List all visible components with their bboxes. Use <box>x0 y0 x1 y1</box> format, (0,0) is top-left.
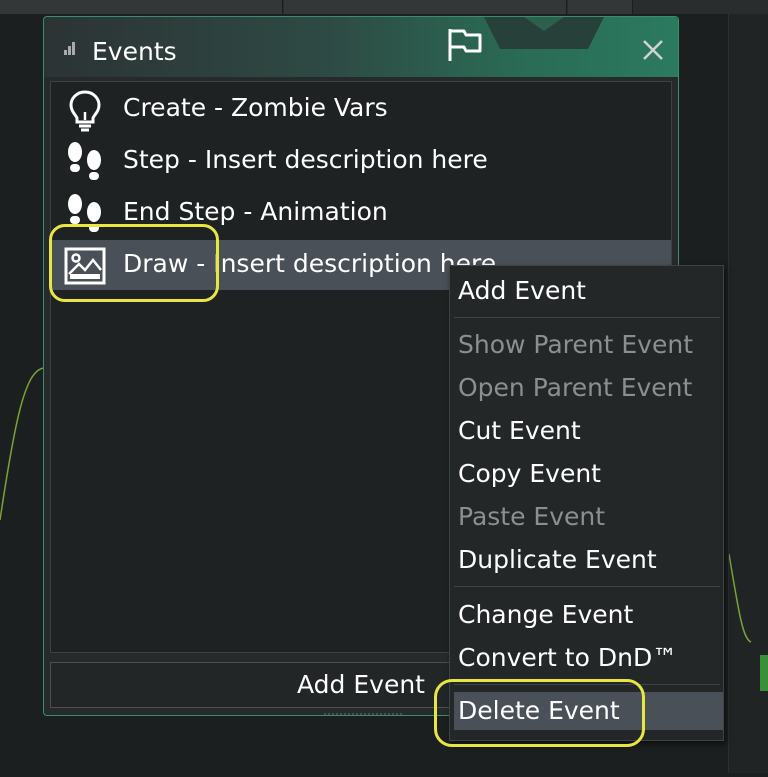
menu-item-convert-to-dnd[interactable]: Convert to DnD™ <box>458 639 717 677</box>
resize-handle[interactable] <box>324 712 404 716</box>
menu-separator <box>454 317 720 318</box>
menu-item-label: Show Parent Event <box>458 330 693 359</box>
context-menu: Add Event Show Parent Event Open Parent … <box>449 265 724 741</box>
menu-item-label: Add Event <box>458 276 586 305</box>
highlight-annotation <box>49 224 219 302</box>
background-tab[interactable] <box>284 0 567 14</box>
event-row-create[interactable]: Create - Zombie Vars <box>51 84 671 134</box>
menu-item-paste-event[interactable]: Paste Event <box>458 498 717 536</box>
background-marker <box>760 655 768 691</box>
events-titlebar[interactable]: Events <box>44 17 678 77</box>
menu-separator <box>454 586 720 587</box>
menu-item-duplicate-event[interactable]: Duplicate Event <box>458 541 717 579</box>
background-tab-bar <box>0 0 768 14</box>
menu-item-label: Cut Event <box>458 416 581 445</box>
highlight-annotation <box>434 679 645 747</box>
menu-item-label: Change Event <box>458 600 634 629</box>
background-tab[interactable] <box>568 0 633 14</box>
menu-item-add-event[interactable]: Add Event <box>458 272 717 310</box>
event-label: Create - Zombie Vars <box>123 93 388 122</box>
menu-item-change-event[interactable]: Change Event <box>458 596 717 634</box>
menu-item-label: Duplicate Event <box>458 545 657 574</box>
close-icon[interactable] <box>638 35 668 65</box>
window-title: Events <box>92 37 177 66</box>
event-row-step[interactable]: Step - Insert description here <box>51 136 671 186</box>
menu-item-label: Paste Event <box>458 502 606 531</box>
resize-grip-icon[interactable] <box>60 40 76 56</box>
menu-item-show-parent-event[interactable]: Show Parent Event <box>458 326 717 364</box>
menu-item-open-parent-event[interactable]: Open Parent Event <box>458 369 717 407</box>
flag-icon[interactable] <box>444 25 486 65</box>
menu-item-cut-event[interactable]: Cut Event <box>458 412 717 450</box>
menu-item-label: Open Parent Event <box>458 373 693 402</box>
lightbulb-icon <box>69 90 101 132</box>
menu-item-label: Copy Event <box>458 459 601 488</box>
event-label: Step - Insert description here <box>123 145 488 174</box>
menu-item-label: Convert to DnD™ <box>458 643 678 672</box>
titlebar-notch <box>484 17 604 49</box>
menu-item-copy-event[interactable]: Copy Event <box>458 455 717 493</box>
footsteps-icon <box>68 142 101 180</box>
event-label: End Step - Animation <box>123 197 388 226</box>
